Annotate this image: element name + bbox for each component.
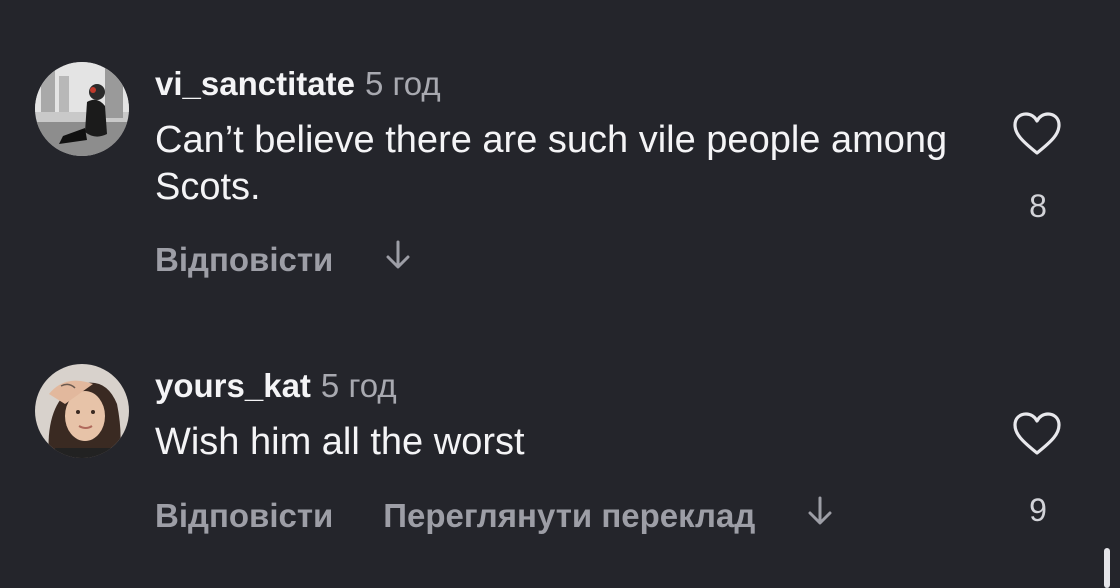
timestamp: 5 год (364, 65, 441, 102)
like-button[interactable] (1012, 111, 1064, 157)
comment-actions: Відповісти Переглянути переклад (155, 494, 835, 537)
username[interactable]: yours_kat (155, 367, 311, 404)
heart-outline-icon (1013, 412, 1061, 455)
heart-outline-icon (1013, 112, 1061, 155)
user-avatar[interactable] (35, 364, 129, 458)
scrollbar[interactable] (1104, 548, 1110, 588)
arrow-down-icon[interactable] (805, 494, 835, 537)
user-avatar-icon (35, 364, 129, 458)
arrow-down-icon[interactable] (383, 238, 413, 281)
see-translation-button[interactable]: Переглянути переклад (383, 496, 755, 536)
reply-button[interactable]: Відповісти (155, 496, 333, 536)
like-button[interactable] (1012, 411, 1064, 457)
like-count: 8 (1029, 188, 1047, 224)
comment-actions: Відповісти (155, 238, 413, 281)
comment-meta: vi_sanctitate 5 год (155, 64, 441, 104)
username[interactable]: vi_sanctitate (155, 65, 355, 102)
comment-text: Can’t believe there are such vile people… (155, 119, 948, 208)
timestamp: 5 год (320, 367, 397, 404)
reply-button[interactable]: Відповісти (155, 240, 333, 280)
comment-meta: yours_kat 5 год (155, 366, 397, 406)
user-avatar[interactable] (35, 62, 129, 156)
comment-text: Wish him all the worst (155, 421, 525, 463)
user-avatar-icon (35, 62, 129, 156)
like-count: 9 (1029, 492, 1047, 528)
